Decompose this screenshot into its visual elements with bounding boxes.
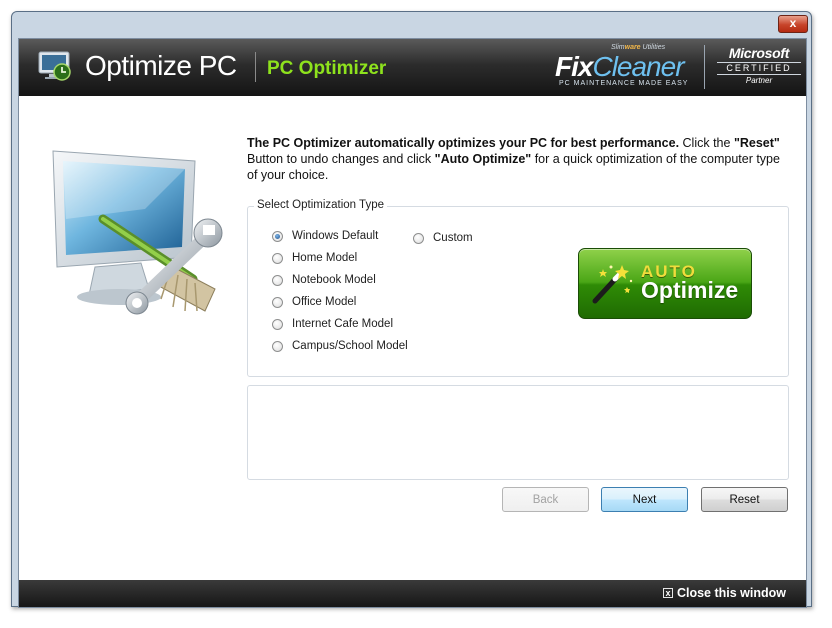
reset-button[interactable]: Reset — [701, 487, 788, 512]
certified-label: CERTIFIED — [717, 62, 801, 75]
fixcleaner-wordmark: FixCleaner — [555, 51, 685, 82]
fixcleaner-tagline: PC MAINTENANCE MADE EASY — [559, 80, 689, 87]
slimware-text: Slimware Utilities — [611, 44, 666, 51]
partner-label: Partner — [745, 76, 773, 85]
group-legend: Select Optimization Type — [254, 199, 387, 211]
page-title: PC Optimizer — [267, 58, 387, 79]
radio-label: Internet Cafe Model — [292, 318, 394, 330]
header-banner: Optimize PC PC Optimizer Slimware Utilit… — [19, 39, 806, 96]
radio-campus-school-model[interactable]: Campus/School Model — [272, 340, 408, 352]
radio-internet-cafe-model[interactable]: Internet Cafe Model — [272, 318, 393, 330]
radio-label: Windows Default — [292, 230, 379, 242]
optimization-type-group: Select Optimization Type Windows Default… — [247, 199, 789, 377]
radio-button-icon — [272, 296, 283, 308]
close-window-link[interactable]: x Close this window — [662, 586, 786, 600]
radio-label: Custom — [433, 232, 473, 244]
footer-bar: x Close this window — [19, 580, 806, 607]
close-window-label: Close this window — [676, 586, 786, 600]
radio-button-icon — [272, 318, 283, 330]
radio-label: Notebook Model — [292, 274, 376, 286]
next-button[interactable]: Next — [601, 487, 688, 512]
window-close-button[interactable]: x — [778, 15, 808, 33]
magic-wand-icon — [592, 265, 633, 304]
app-window: x Optimize PC PC Optimizer Slimware Util… — [11, 11, 812, 608]
client-area: Optimize PC PC Optimizer Slimware Utilit… — [18, 38, 807, 608]
monitor-icon — [38, 51, 71, 81]
app-title: Optimize PC — [85, 50, 237, 81]
radio-custom[interactable]: Custom — [413, 232, 473, 244]
logo-divider — [704, 45, 705, 89]
radio-label: Office Model — [292, 296, 357, 308]
optimize-label: Optimize — [641, 277, 739, 303]
radio-home-model[interactable]: Home Model — [272, 252, 357, 264]
intro-text: The PC Optimizer automatically optimizes… — [247, 136, 780, 182]
header-divider — [255, 52, 256, 82]
radio-button-icon — [272, 274, 283, 286]
auto-optimize-button[interactable]: AUTO Optimize — [578, 248, 752, 319]
radio-label: Campus/School Model — [292, 340, 408, 352]
radio-notebook-model[interactable]: Notebook Model — [272, 274, 376, 286]
description-panel — [247, 385, 789, 480]
fixcleaner-logo: Slimware Utilities FixCleaner PC MAINTEN… — [555, 43, 695, 91]
radio-windows-default[interactable]: Windows Default — [272, 230, 378, 242]
radio-label: Home Model — [292, 252, 358, 264]
microsoft-certified-logo: Microsoft CERTIFIED Partner — [717, 45, 801, 91]
computer-tools-illustration — [52, 150, 223, 315]
microsoft-name: Microsoft — [728, 45, 790, 61]
radio-button-icon — [272, 340, 283, 352]
back-button[interactable]: Back — [502, 487, 589, 512]
radio-button-icon — [413, 232, 424, 244]
close-box-icon: x — [662, 588, 673, 598]
radio-button-icon — [272, 252, 283, 264]
radio-button-icon — [272, 230, 283, 242]
radio-office-model[interactable]: Office Model — [272, 296, 356, 308]
